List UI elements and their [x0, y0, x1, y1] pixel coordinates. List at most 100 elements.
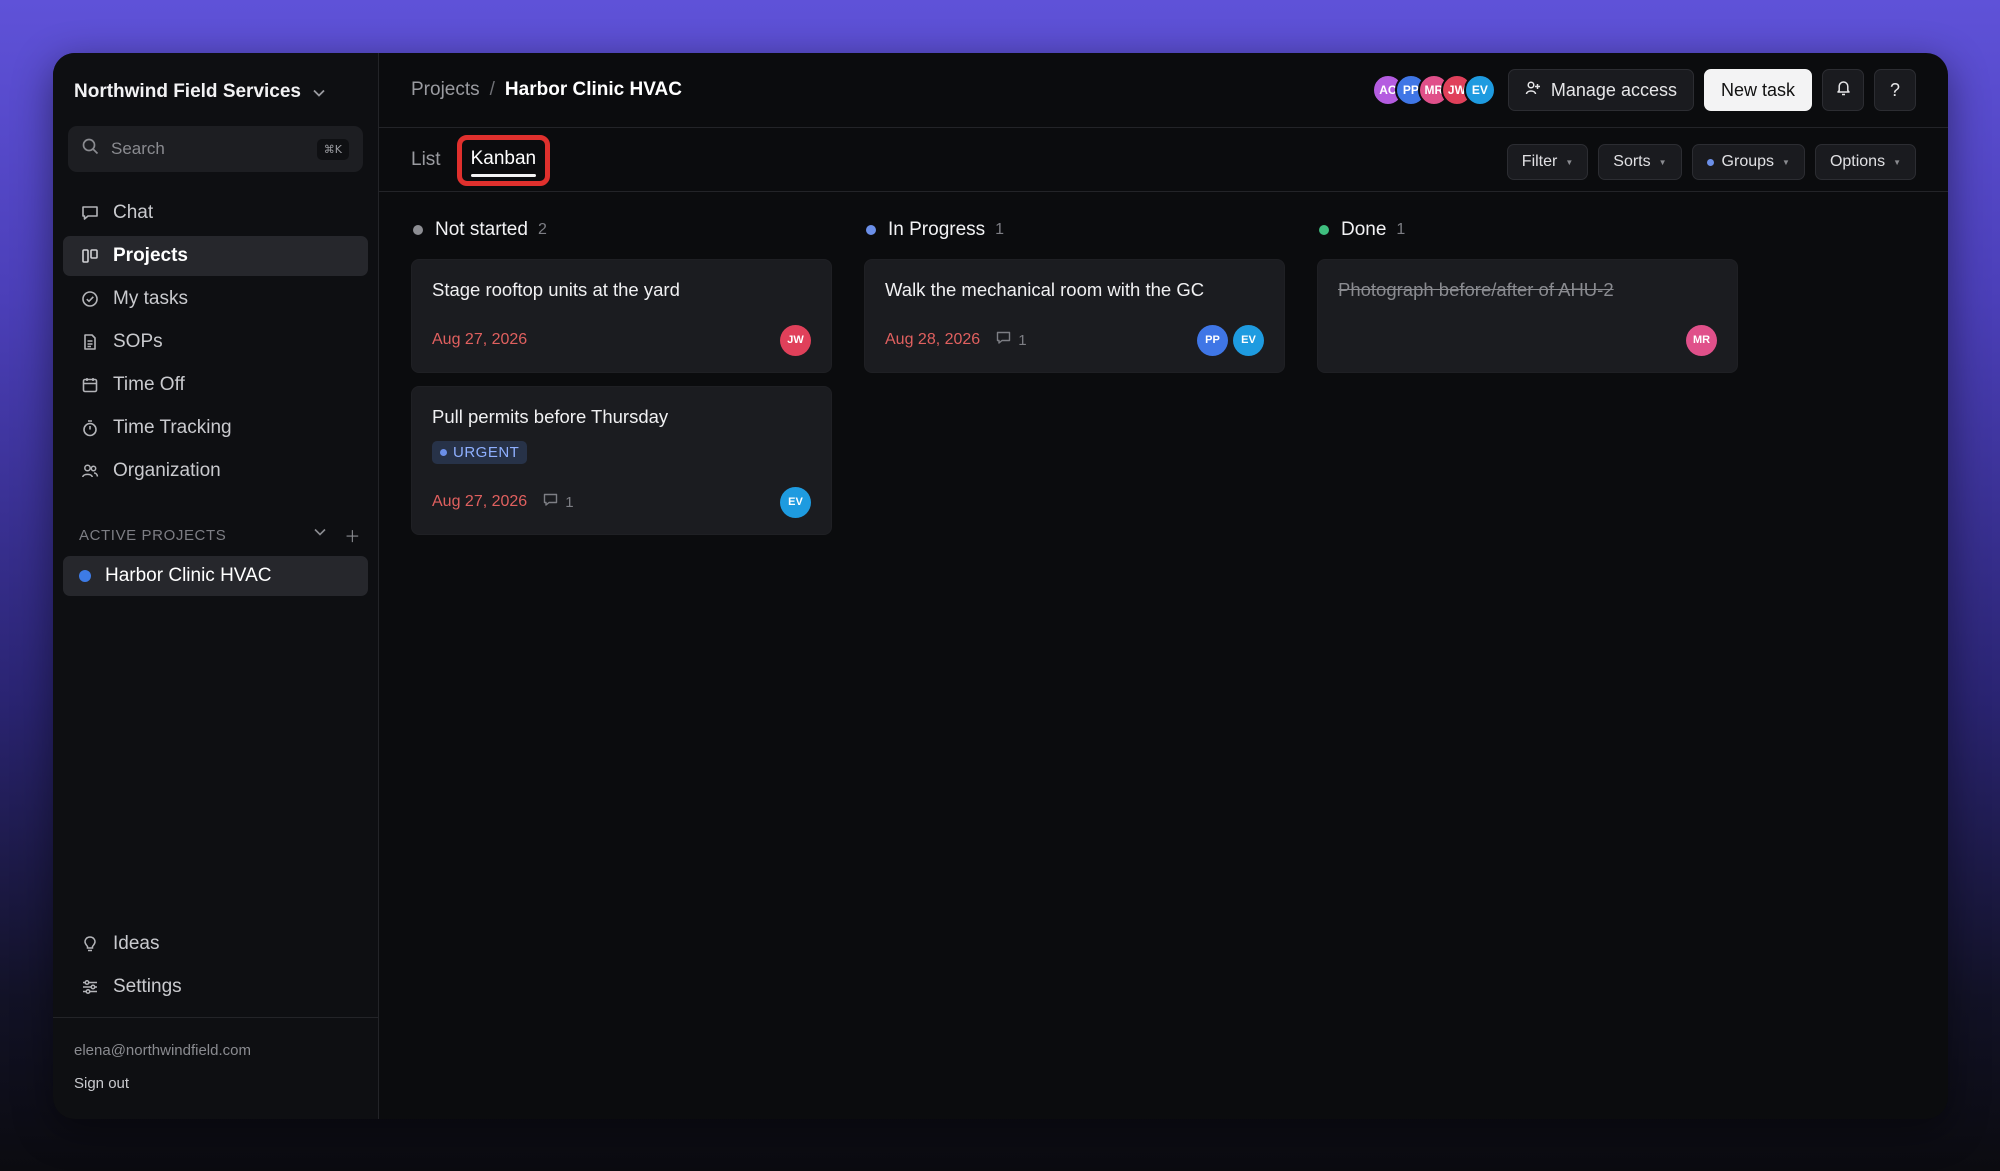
task-title: Walk the mechanical room with the GC: [885, 279, 1205, 300]
new-task-button[interactable]: New task: [1703, 69, 1812, 111]
comment-icon: [543, 493, 558, 511]
workspace-name: Northwind Field Services: [74, 81, 301, 102]
caret-down-icon: ▼: [1565, 157, 1574, 167]
bell-icon: [1835, 79, 1852, 102]
tab-list[interactable]: List: [411, 149, 441, 171]
kanban-column-not-started: Not started 2 Stage rooftop units at the…: [411, 213, 832, 535]
columns-icon: [81, 247, 99, 265]
column-title: Done: [1341, 219, 1387, 240]
top-bar: Projects / Harbor Clinic HVAC AC PP MR J…: [379, 53, 1948, 128]
manage-access-button[interactable]: Manage access: [1507, 69, 1694, 111]
top-actions: AC PP MR JW EV Manage access New task ?: [1371, 69, 1916, 111]
sidebar-item-projects[interactable]: Projects: [63, 236, 368, 276]
sidebar-item-ideas[interactable]: Ideas: [63, 924, 368, 964]
caret-down-icon: ▼: [1893, 157, 1901, 167]
user-email: elena@northwindfield.com: [74, 1042, 251, 1059]
kanban-board: Not started 2 Stage rooftop units at the…: [411, 213, 1738, 535]
tag-dot: [440, 449, 447, 456]
status-dot: [866, 225, 876, 235]
due-date: Aug 27, 2026: [432, 493, 528, 510]
breadcrumb-projects[interactable]: Projects: [411, 79, 480, 101]
sidebar-item-chat[interactable]: Chat: [63, 193, 368, 233]
project-color-dot: [79, 570, 91, 582]
status-dot: [1319, 225, 1329, 235]
options-button[interactable]: Options ▼: [1814, 144, 1916, 180]
filter-label: Filter: [1521, 153, 1558, 170]
sidebar-item-settings[interactable]: Settings: [63, 967, 368, 1007]
column-header: Done 1: [1319, 213, 1738, 247]
task-card[interactable]: Walk the mechanical room with the GC Aug…: [864, 259, 1285, 373]
sidebar-item-label: Time Off: [113, 374, 185, 395]
comment-count-value: 1: [1018, 331, 1027, 349]
task-footer: Aug 27, 2026 JW: [432, 324, 811, 356]
sidebar-item-label: Time Tracking: [113, 417, 232, 438]
people-icon: [81, 462, 99, 480]
task-title: Stage rooftop units at the yard: [432, 279, 680, 300]
due-date: Aug 28, 2026: [885, 331, 981, 348]
app-window: Northwind Field Services Search ⌘K Chat …: [53, 53, 1948, 1119]
stopwatch-icon: [81, 419, 99, 437]
sidebar-item-label: SOPs: [113, 331, 163, 352]
column-count: 2: [537, 221, 547, 238]
caret-down-icon: ▼: [1782, 157, 1790, 167]
groups-button[interactable]: Groups ▼: [1691, 144, 1805, 180]
avatar[interactable]: JW: [780, 324, 811, 356]
manage-access-label: Manage access: [1550, 79, 1677, 100]
task-footer: MR: [1338, 324, 1717, 356]
person-add-icon: [1525, 80, 1541, 101]
tab-kanban[interactable]: Kanban: [456, 134, 551, 186]
tag-label: URGENT: [453, 444, 520, 461]
sidebar-item-organization[interactable]: Organization: [63, 451, 368, 491]
section-heading: ACTIVE PROJECTS: [79, 526, 227, 544]
sidebar-item-sops[interactable]: SOPs: [63, 322, 368, 362]
add-project-plus-icon[interactable]: ＋: [344, 523, 361, 547]
main-content: Projects / Harbor Clinic HVAC AC PP MR J…: [379, 53, 1948, 1119]
sidebar-project-harbor-clinic[interactable]: Harbor Clinic HVAC: [63, 556, 368, 596]
sidebar-item-label: My tasks: [113, 288, 188, 309]
column-header: Not started 2: [413, 213, 832, 247]
column-count: 1: [995, 221, 1005, 238]
avatar[interactable]: MR: [1686, 324, 1717, 356]
priority-tag: URGENT: [432, 441, 528, 464]
sliders-icon: [81, 978, 99, 996]
search-input[interactable]: Search ⌘K: [68, 126, 363, 172]
search-placeholder: Search: [111, 139, 165, 158]
sorts-label: Sorts: [1613, 153, 1651, 170]
task-card[interactable]: Pull permits before Thursday URGENT Aug …: [411, 386, 832, 535]
breadcrumb-separator: /: [489, 79, 495, 100]
avatar[interactable]: PP: [1197, 324, 1228, 356]
task-card[interactable]: Stage rooftop units at the yard Aug 27, …: [411, 259, 832, 373]
column-header: In Progress 1: [866, 213, 1285, 247]
help-button[interactable]: ?: [1874, 69, 1916, 111]
avatar[interactable]: EV: [780, 486, 811, 518]
due-date: Aug 27, 2026: [432, 331, 528, 348]
search-icon: [82, 138, 99, 160]
sidebar-item-my-tasks[interactable]: My tasks: [63, 279, 368, 319]
sidebar: Northwind Field Services Search ⌘K Chat …: [53, 53, 379, 1119]
avatar[interactable]: EV: [1233, 324, 1264, 356]
page-title: Harbor Clinic HVAC: [504, 79, 682, 100]
secondary-nav: Ideas Settings: [63, 924, 368, 1010]
workspace-switcher[interactable]: Northwind Field Services: [74, 81, 325, 103]
task-footer: Aug 27, 2026 1 EV: [432, 486, 811, 518]
comment-count: 1: [996, 331, 1027, 349]
sidebar-item-time-tracking[interactable]: Time Tracking: [63, 408, 368, 448]
sign-out-link[interactable]: Sign out: [74, 1075, 358, 1092]
sidebar-item-label: Organization: [113, 460, 221, 481]
task-card[interactable]: Photograph before/after of AHU-2 MR: [1317, 259, 1738, 373]
comment-count-value: 1: [565, 493, 574, 511]
task-title: Photograph before/after of AHU-2: [1338, 279, 1614, 300]
sidebar-item-time-off[interactable]: Time Off: [63, 365, 368, 405]
collapse-chevron-icon[interactable]: [314, 523, 326, 547]
main-nav: Chat Projects My tasks SOPs Time Off Tim…: [63, 193, 368, 494]
comment-count: 1: [543, 493, 574, 511]
sorts-button[interactable]: Sorts ▼: [1598, 144, 1682, 180]
avatar[interactable]: EV: [1463, 74, 1496, 106]
sidebar-item-label: Projects: [113, 245, 188, 266]
member-avatars[interactable]: AC PP MR JW EV: [1371, 74, 1496, 106]
user-footer: elena@northwindfield.com Sign out: [53, 1017, 379, 1116]
tab-kanban-label: Kanban: [470, 147, 537, 169]
notifications-button[interactable]: [1822, 69, 1864, 111]
filter-button[interactable]: Filter ▼: [1506, 144, 1589, 180]
active-projects-header: ACTIVE PROJECTS ＋: [79, 523, 369, 547]
